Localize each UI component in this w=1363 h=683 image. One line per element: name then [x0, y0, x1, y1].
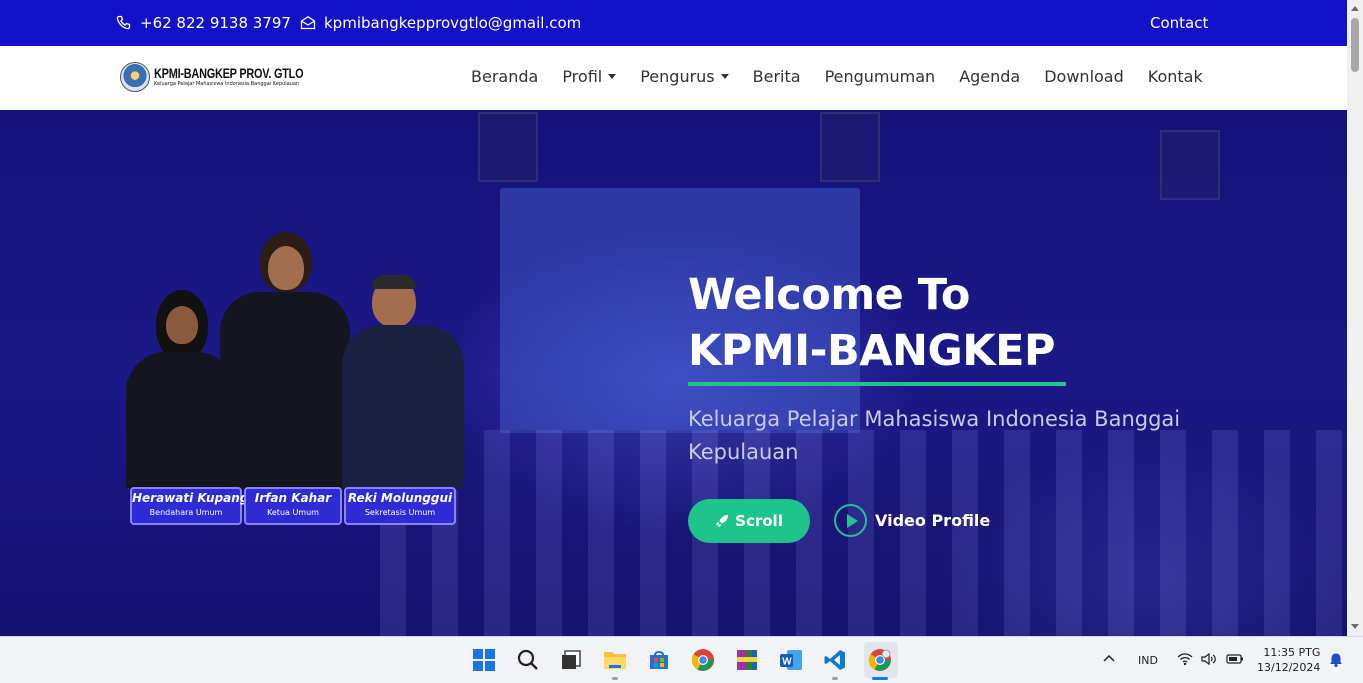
scroll-button[interactable]: Scroll: [688, 499, 810, 543]
email-contact[interactable]: kpmibangkepprovgtlo@gmail.com: [300, 14, 581, 32]
nav-item-download[interactable]: Download: [1044, 67, 1124, 86]
leader-name-cards: Herawati Kupang Bendahara Umum Irfan Kah…: [130, 487, 456, 525]
phone-icon: [116, 15, 131, 30]
chevron-down-icon: [608, 74, 617, 79]
nav-item-agenda[interactable]: Agenda: [959, 67, 1020, 86]
headline-underline: [688, 382, 1066, 386]
nav-item-kontak[interactable]: Kontak: [1148, 67, 1203, 86]
email-address: kpmibangkepprovgtlo@gmail.com: [324, 14, 582, 32]
scrollbar-thumb[interactable]: [1351, 18, 1359, 72]
name-card-reki: Reki Molunggui Sekretasis Umum: [344, 487, 456, 525]
scroll-down-arrow-icon[interactable]: [1351, 624, 1359, 629]
wifi-icon[interactable]: [1177, 652, 1193, 669]
hero-section: Herawati Kupang Bendahara Umum Irfan Kah…: [0, 110, 1347, 636]
name-card-irfan: Irfan Kahar Ketua Umum: [244, 487, 342, 525]
hero-headline: Welcome To KPMI-BANGKEP: [688, 270, 1056, 376]
background-frame: [820, 112, 880, 182]
svg-text:W: W: [782, 657, 792, 668]
clock-date: 13/12/2024: [1257, 661, 1321, 674]
show-hidden-icons-chevron-up-icon[interactable]: [1102, 652, 1116, 669]
person-irfan: [220, 230, 350, 490]
leaders-photo: Herawati Kupang Bendahara Umum Irfan Kah…: [120, 232, 465, 530]
language-indicator[interactable]: IND: [1138, 654, 1158, 667]
background-frame: [1160, 130, 1220, 200]
phone-number: +62 822 9138 3797: [140, 14, 291, 32]
rocket-icon: [716, 515, 729, 527]
main-navbar: KPMI-BANGKEP PROV. GTLO Keluarga Pelajar…: [0, 46, 1347, 110]
contact-link[interactable]: Contact: [1150, 14, 1208, 32]
logo-subtitle: Keluarga Pelajar Mahasiswa Indonesia Ban…: [154, 81, 300, 87]
logo-title: KPMI-BANGKEP PROV. GTLO: [154, 65, 304, 81]
system-clock[interactable]: 11:35 PTG 13/12/2024: [1257, 645, 1320, 675]
logo-emblem-icon: [120, 62, 150, 92]
vscode-icon[interactable]: [823, 648, 847, 672]
search-icon[interactable]: [516, 648, 540, 672]
name-card-herawati: Herawati Kupang Bendahara Umum: [130, 487, 248, 525]
chevron-down-icon: [720, 74, 729, 79]
nav-item-pengurus[interactable]: Pengurus: [640, 67, 729, 86]
start-icon[interactable]: [472, 648, 496, 672]
nav-item-profil[interactable]: Profil: [562, 67, 617, 86]
nav-menu: Beranda Profil Pengurus Berita Pengumuma…: [471, 67, 1203, 86]
phone-contact[interactable]: +62 822 9138 3797: [116, 14, 291, 32]
winrar-icon[interactable]: [735, 648, 759, 672]
task-view-icon[interactable]: [559, 648, 583, 672]
envelope-icon: [300, 16, 316, 30]
nav-item-berita[interactable]: Berita: [753, 67, 801, 86]
hero-subtitle: Keluarga Pelajar Mahasiswa Indonesia Ban…: [688, 407, 1181, 464]
site-logo[interactable]: KPMI-BANGKEP PROV. GTLO Keluarga Pelajar…: [120, 62, 345, 92]
windows-taskbar: W IND 11:35 PTG 13/12/2024: [0, 636, 1363, 683]
scroll-up-arrow-icon[interactable]: [1351, 6, 1359, 11]
top-contact-bar: +62 822 9138 3797 kpmibangkepprovgtlo@gm…: [0, 0, 1347, 46]
page-scrollbar[interactable]: [1347, 0, 1363, 636]
person-reki: [342, 255, 464, 490]
volume-icon[interactable]: [1201, 652, 1217, 669]
file-explorer-icon[interactable]: [603, 648, 627, 672]
nav-item-beranda[interactable]: Beranda: [471, 67, 538, 86]
nav-item-pengumuman[interactable]: Pengumuman: [825, 67, 936, 86]
notification-bell-icon[interactable]: [1328, 652, 1344, 671]
battery-icon[interactable]: [1226, 653, 1244, 668]
chrome-icon[interactable]: [691, 648, 715, 672]
clock-time: 11:35 PTG: [1263, 646, 1321, 659]
background-frame: [478, 112, 538, 182]
video-profile-button[interactable]: Video Profile: [834, 504, 990, 537]
word-icon[interactable]: W: [779, 648, 803, 672]
store-icon[interactable]: [647, 648, 671, 672]
chrome-active-icon[interactable]: [868, 648, 892, 672]
play-icon: [834, 504, 867, 537]
